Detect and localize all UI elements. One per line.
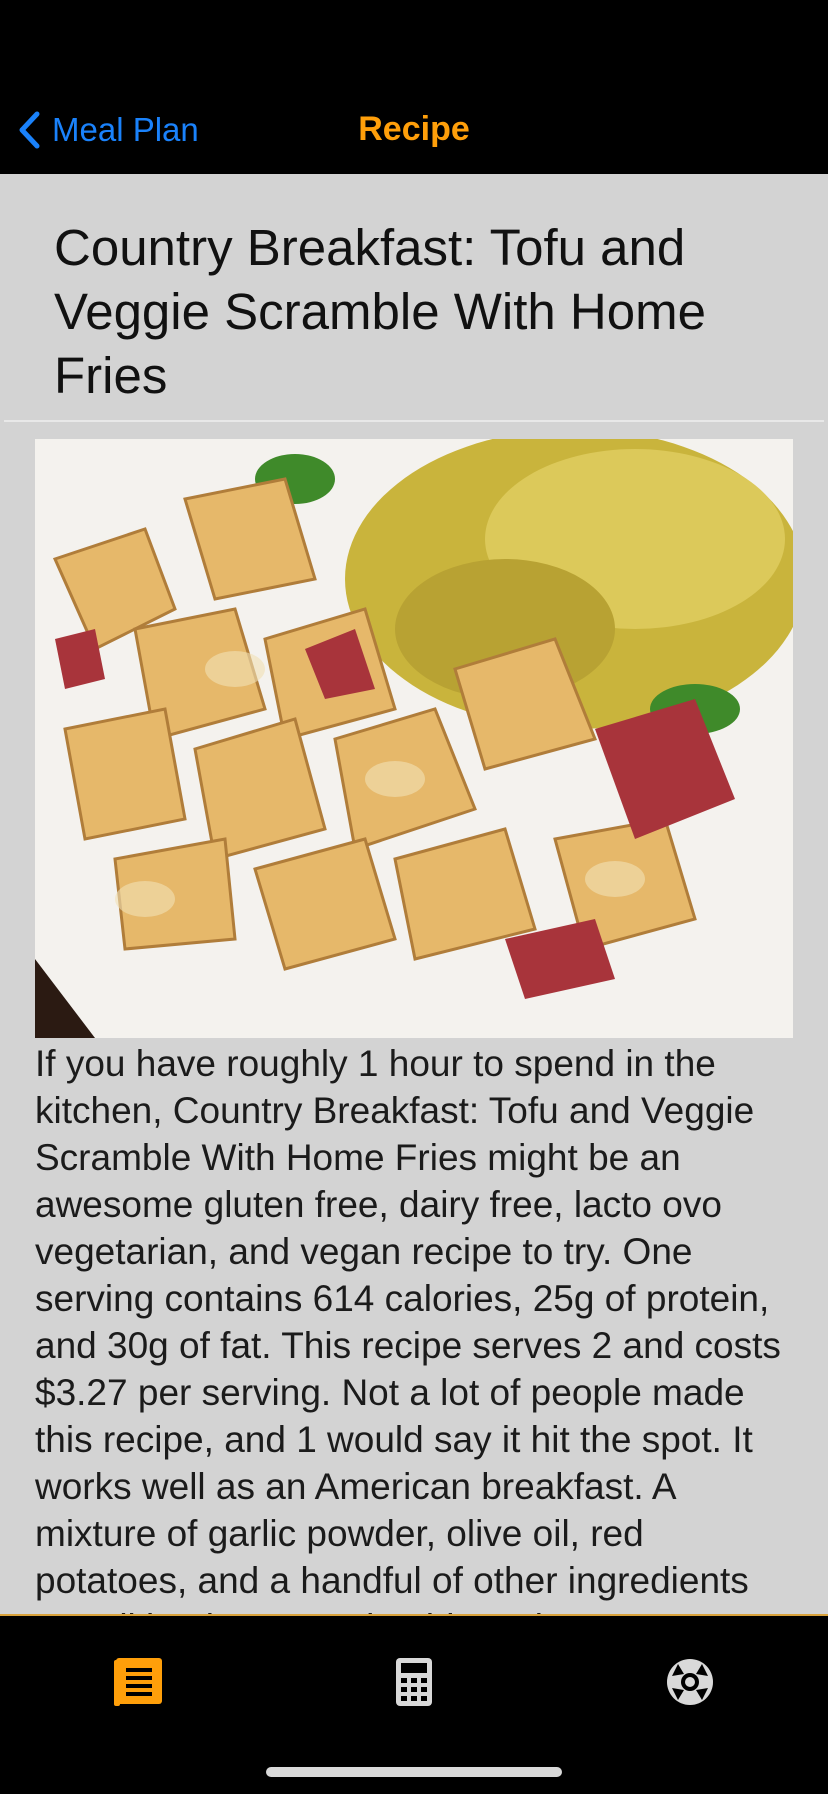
navigation-bar: Meal Plan Recipe (0, 88, 828, 174)
status-bar (0, 0, 828, 88)
tab-calculator[interactable] (384, 1652, 444, 1712)
recipe-list-icon (114, 1658, 162, 1706)
help-lifebuoy-icon (667, 1659, 713, 1705)
recipe-photo (35, 439, 793, 1038)
recipe-title-card: Country Breakfast: Tofu and Veggie Scram… (4, 188, 824, 422)
recipe-title: Country Breakfast: Tofu and Veggie Scram… (54, 219, 706, 404)
calculator-icon (396, 1658, 432, 1706)
recipe-description: If you have roughly 1 hour to spend in t… (35, 1043, 781, 1614)
page-title: Recipe (358, 110, 470, 148)
home-indicator (266, 1767, 562, 1777)
tab-help[interactable] (660, 1652, 720, 1712)
tab-recipes[interactable] (108, 1652, 168, 1712)
recipe-scroll-view[interactable]: Country Breakfast: Tofu and Veggie Scram… (0, 174, 828, 1614)
